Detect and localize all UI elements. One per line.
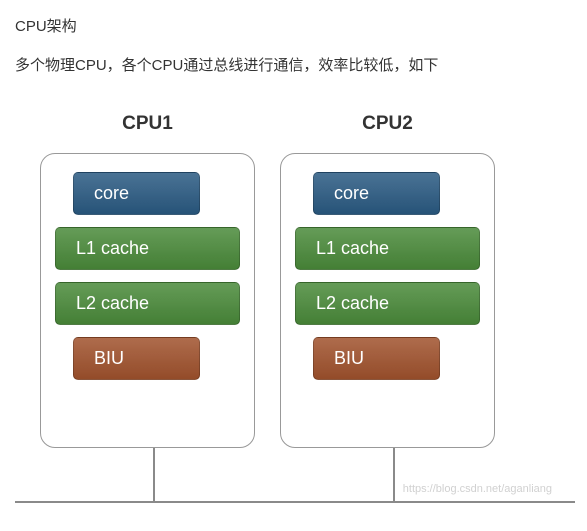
cpu-diagram: CPU1 core L1 cache L2 cache BIU CPU2 cor… <box>15 113 572 503</box>
cpu2-core-block: core <box>313 172 440 215</box>
bus-vline-cpu2 <box>393 448 395 503</box>
page-title: CPU架构 <box>15 15 572 36</box>
cpu1-l1-cache-block: L1 cache <box>55 227 240 270</box>
cpu1-box: core L1 cache L2 cache BIU <box>40 153 255 448</box>
cpu1-container: CPU1 core L1 cache L2 cache BIU <box>40 113 255 448</box>
cpu2-biu-block: BIU <box>313 337 440 380</box>
cpu1-l2-cache-block: L2 cache <box>55 282 240 325</box>
cpu2-l1-cache-block: L1 cache <box>295 227 480 270</box>
cpu2-box: core L1 cache L2 cache BIU <box>280 153 495 448</box>
cpu1-label: CPU1 <box>40 113 255 135</box>
cpu2-l2-cache-block: L2 cache <box>295 282 480 325</box>
watermark-text: https://blog.csdn.net/aganliang <box>403 483 552 495</box>
cpu2-label: CPU2 <box>280 113 495 135</box>
bus-vline-cpu1 <box>153 448 155 503</box>
bus-hline <box>15 501 575 503</box>
cpu1-biu-block: BIU <box>73 337 200 380</box>
description-text: 多个物理CPU，各个CPU通过总线进行通信，效率比较低，如下 <box>15 54 572 78</box>
cpu2-container: CPU2 core L1 cache L2 cache BIU <box>280 113 495 448</box>
cpu1-core-block: core <box>73 172 200 215</box>
